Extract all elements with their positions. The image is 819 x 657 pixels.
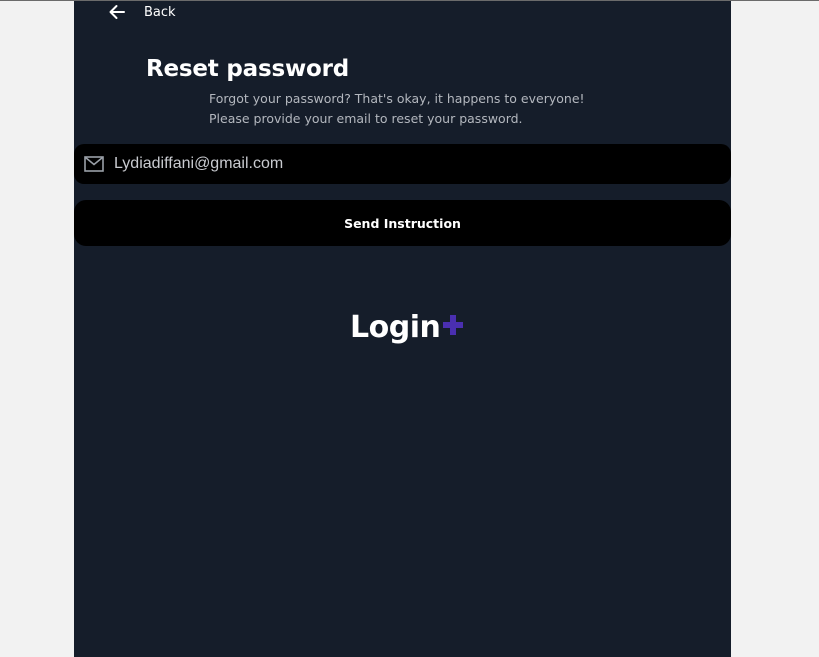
back-button[interactable]: Back — [108, 1, 176, 23]
email-input[interactable] — [114, 155, 614, 173]
send-instruction-button[interactable]: Send Instruction — [74, 200, 731, 246]
plus-icon — [443, 314, 464, 335]
subtitle-line-2: Please provide your email to reset your … — [209, 111, 523, 126]
page-subtitle: Forgot your password? That's okay, it ha… — [209, 89, 585, 129]
email-field[interactable] — [74, 144, 731, 184]
logo-text: Login — [350, 310, 441, 345]
page-title: Reset password — [146, 56, 350, 82]
mail-icon — [84, 156, 104, 172]
arrow-left-icon — [109, 5, 125, 19]
back-label: Back — [144, 4, 176, 20]
reset-password-screen: Back Reset password Forgot your password… — [74, 1, 731, 657]
subtitle-line-1: Forgot your password? That's okay, it ha… — [209, 91, 585, 106]
app-logo: Login — [350, 310, 464, 345]
